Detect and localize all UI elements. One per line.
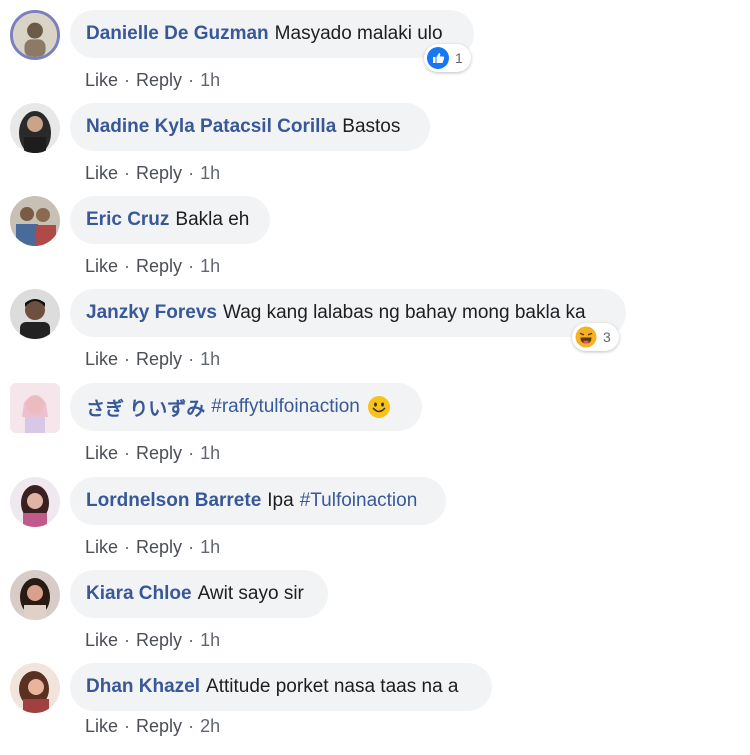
reply-link[interactable]: Reply: [136, 630, 182, 650]
comment-text: Ipa: [267, 490, 294, 511]
comment: Janzky Forevs Wag kang lalabas ng bahay …: [0, 289, 750, 381]
timestamp[interactable]: 1h: [200, 630, 220, 650]
like-link[interactable]: Like: [85, 349, 118, 369]
like-link[interactable]: Like: [85, 163, 118, 183]
comment-bubble: Janzky Forevs Wag kang lalabas ng bahay …: [70, 289, 626, 337]
timestamp[interactable]: 1h: [200, 256, 220, 276]
reply-link[interactable]: Reply: [136, 256, 182, 276]
comment: さぎ りいずみ #raffytulfoinaction Like · Reply · 1…: [0, 383, 750, 475]
avatar[interactable]: [10, 103, 60, 153]
avatar[interactable]: [10, 477, 60, 527]
like-link[interactable]: Like: [85, 537, 118, 557]
haha-reaction-icon: [575, 326, 597, 348]
reply-link[interactable]: Reply: [136, 163, 182, 183]
like-link[interactable]: Like: [85, 256, 118, 276]
avatar[interactable]: [10, 196, 60, 246]
comment-author[interactable]: Eric Cruz: [86, 209, 169, 231]
comment-hashtag[interactable]: #Tulfoinaction: [300, 490, 418, 512]
comment-actions: Like · Reply · 2h: [85, 716, 221, 736]
comment-bubble: Danielle De Guzman Masyado malaki ulo: [70, 10, 474, 58]
comment-author[interactable]: Danielle De Guzman: [86, 23, 269, 45]
like-link[interactable]: Like: [85, 70, 118, 90]
comment-author[interactable]: Dhan Khazel: [86, 676, 200, 698]
timestamp[interactable]: 1h: [200, 70, 220, 90]
comment-actions: Like · Reply · 1h: [85, 537, 221, 557]
reaction-count[interactable]: 1: [424, 44, 471, 72]
timestamp[interactable]: 1h: [200, 349, 220, 369]
avatar[interactable]: [10, 289, 60, 339]
comment-bubble: さぎ りいずみ #raffytulfoinaction: [70, 383, 422, 431]
like-link[interactable]: Like: [85, 630, 118, 650]
smiling-face-icon: [367, 395, 391, 419]
reply-link[interactable]: Reply: [136, 716, 182, 736]
comment-bubble: Dhan Khazel Attitude porket nasa taas na…: [70, 663, 492, 711]
comment-hashtag[interactable]: #raffytulfoinaction: [211, 396, 360, 418]
reply-link[interactable]: Reply: [136, 349, 182, 369]
comment-actions: Like · Reply · 1h: [85, 443, 221, 463]
avatar[interactable]: [10, 383, 60, 433]
comment-text: Masyado malaki ulo: [274, 23, 443, 44]
comment: Danielle De Guzman Masyado malaki ulo 1 …: [0, 10, 750, 102]
avatar[interactable]: [10, 10, 60, 60]
comment-actions: Like · Reply · 1h: [85, 349, 221, 369]
avatar[interactable]: [10, 570, 60, 620]
comment-text: Attitude porket nasa taas na a: [206, 676, 459, 697]
reply-link[interactable]: Reply: [136, 537, 182, 557]
timestamp[interactable]: 2h: [200, 716, 220, 736]
avatar[interactable]: [10, 663, 60, 713]
reply-link[interactable]: Reply: [136, 70, 182, 90]
comment-text: Awit sayo sir: [197, 583, 304, 604]
comment-list: Danielle De Guzman Masyado malaki ulo 1 …: [0, 0, 750, 753]
comment-actions: Like · Reply · 1h: [85, 163, 221, 183]
comment: Eric Cruz Bakla eh Like · Reply · 1h: [0, 196, 750, 288]
like-link[interactable]: Like: [85, 716, 118, 736]
comment: Lordnelson Barrete Ipa #Tulfoinaction Li…: [0, 477, 750, 569]
comment-bubble: Kiara Chloe Awit sayo sir: [70, 570, 328, 618]
reaction-count-value: 3: [603, 329, 611, 345]
comment-text: Bakla eh: [175, 209, 250, 230]
comment: Kiara Chloe Awit sayo sir Like · Reply · 1h: [0, 570, 750, 662]
reaction-count-value: 1: [455, 50, 463, 66]
timestamp[interactable]: 1h: [200, 443, 220, 463]
comment-bubble: Nadine Kyla Patacsil Corilla Bastos: [70, 103, 430, 151]
comment-actions: Like · Reply · 1h: [85, 630, 221, 650]
comment-actions: Like · Reply · 1h: [85, 70, 221, 90]
comment-author[interactable]: Janzky Forevs: [86, 302, 217, 324]
like-link[interactable]: Like: [85, 443, 118, 463]
timestamp[interactable]: 1h: [200, 537, 220, 557]
like-reaction-icon: [427, 47, 449, 69]
timestamp[interactable]: 1h: [200, 163, 220, 183]
comment-bubble: Eric Cruz Bakla eh: [70, 196, 270, 244]
comment-author[interactable]: Kiara Chloe: [86, 583, 192, 605]
comment-author[interactable]: Lordnelson Barrete: [86, 490, 261, 512]
comment: Dhan Khazel Attitude porket nasa taas na…: [0, 663, 750, 755]
comment-text: Wag kang lalabas ng bahay mong bakla ka: [222, 302, 586, 323]
reply-link[interactable]: Reply: [136, 443, 182, 463]
comment-bubble: Lordnelson Barrete Ipa #Tulfoinaction: [70, 477, 446, 525]
comment-actions: Like · Reply · 1h: [85, 256, 221, 276]
reaction-count[interactable]: 3: [572, 323, 619, 351]
comment-author[interactable]: Nadine Kyla Patacsil Corilla: [86, 116, 336, 138]
comment: Nadine Kyla Patacsil Corilla Bastos Like…: [0, 103, 750, 195]
comment-text: Bastos: [342, 116, 401, 137]
comment-author[interactable]: さぎ りいずみ: [86, 394, 205, 421]
